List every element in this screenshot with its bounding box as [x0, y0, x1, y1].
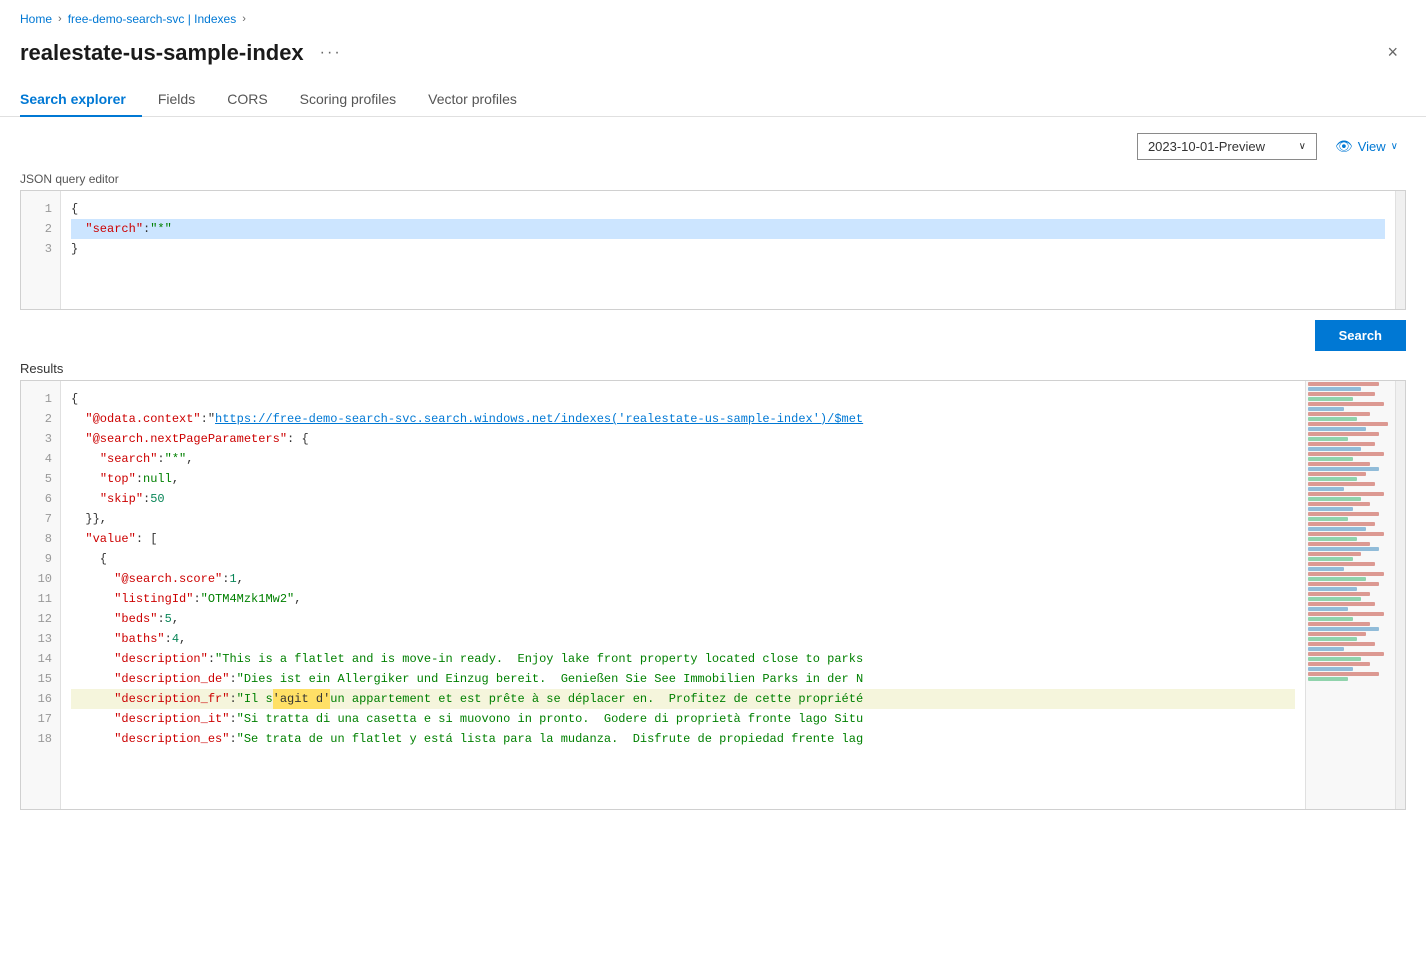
- odata-context-link[interactable]: https://free-demo-search-svc.search.wind…: [215, 409, 863, 429]
- tabs-bar: Search explorer Fields CORS Scoring prof…: [0, 67, 1426, 117]
- result-line-8: "value": [: [71, 529, 1295, 549]
- tab-fields[interactable]: Fields: [142, 83, 211, 117]
- editor-line-numbers: 1 2 3: [21, 191, 61, 309]
- results-section: Results 1 2 3 4 5 6 7 8 9 10 11 12 13 14…: [20, 361, 1406, 810]
- view-button[interactable]: 👁 View ∨: [1327, 133, 1406, 160]
- results-scrollbar[interactable]: [1395, 381, 1405, 809]
- result-line-9: {: [71, 549, 1295, 569]
- json-query-editor: 1 2 3 { "search": "*" }: [20, 190, 1406, 310]
- editor-scrollbar[interactable]: [1395, 191, 1405, 309]
- editor-section-label: JSON query editor: [20, 172, 1406, 186]
- page-header: realestate-us-sample-index ··· ×: [0, 32, 1426, 67]
- result-line-18: "description_es": "Se trata de un flatle…: [71, 729, 1295, 749]
- results-label: Results: [20, 361, 1406, 376]
- results-minimap: [1305, 381, 1395, 809]
- editor-text-area[interactable]: { "search": "*" }: [61, 191, 1395, 309]
- tab-scoring-profiles[interactable]: Scoring profiles: [284, 83, 413, 117]
- api-version-label: 2023-10-01-Preview: [1148, 139, 1265, 154]
- editor-line-3: }: [71, 239, 1385, 259]
- search-button-row: Search: [20, 320, 1406, 351]
- tab-vector-profiles[interactable]: Vector profiles: [412, 83, 533, 117]
- page-title-area: realestate-us-sample-index ···: [20, 40, 348, 66]
- results-container: 1 2 3 4 5 6 7 8 9 10 11 12 13 14 15 16 1…: [20, 380, 1406, 810]
- breadcrumb-service[interactable]: free-demo-search-svc | Indexes: [68, 12, 237, 26]
- result-line-12: "beds": 5,: [71, 609, 1295, 629]
- search-button[interactable]: Search: [1315, 320, 1406, 351]
- editor-line-num-2: 2: [21, 219, 60, 239]
- view-label: View: [1358, 139, 1386, 154]
- result-line-13: "baths": 4,: [71, 629, 1295, 649]
- result-line-7: }},: [71, 509, 1295, 529]
- content-area: 2023-10-01-Preview ∨ 👁 View ∨ JSON query…: [0, 117, 1426, 826]
- result-line-6: "skip": 50: [71, 489, 1295, 509]
- result-line-17: "description_it": "Si tratta di una case…: [71, 709, 1295, 729]
- toolbar-row: 2023-10-01-Preview ∨ 👁 View ∨: [20, 133, 1406, 160]
- breadcrumb-home[interactable]: Home: [20, 12, 52, 26]
- result-line-2: "@odata.context": "https://free-demo-sea…: [71, 409, 1295, 429]
- breadcrumb-sep-1: ›: [58, 13, 62, 25]
- breadcrumb: Home › free-demo-search-svc | Indexes ›: [0, 0, 1426, 32]
- result-line-16: "description_fr": "Il s'agit d'un appart…: [71, 689, 1295, 709]
- page-title: realestate-us-sample-index: [20, 40, 304, 66]
- eye-icon: 👁: [1335, 138, 1353, 155]
- tab-search-explorer[interactable]: Search explorer: [20, 83, 142, 117]
- result-line-5: "top": null,: [71, 469, 1295, 489]
- result-line-4: "search": "*",: [71, 449, 1295, 469]
- editor-line-2: "search": "*": [71, 219, 1385, 239]
- result-line-10: "@search.score": 1,: [71, 569, 1295, 589]
- result-line-11: "listingId": "OTM4Mzk1Mw2",: [71, 589, 1295, 609]
- result-line-15: "description_de": "Dies ist ein Allergik…: [71, 669, 1295, 689]
- result-line-3: "@search.nextPageParameters": {: [71, 429, 1295, 449]
- editor-line-1: {: [71, 199, 1385, 219]
- editor-line-num-3: 3: [21, 239, 60, 259]
- view-arrow-icon: ∨: [1391, 141, 1398, 152]
- result-line-1: {: [71, 389, 1295, 409]
- tab-cors[interactable]: CORS: [211, 83, 283, 117]
- results-text[interactable]: { "@odata.context": "https://free-demo-s…: [61, 381, 1305, 809]
- result-line-14: "description": "This is a flatlet and is…: [71, 649, 1295, 669]
- ellipsis-button[interactable]: ···: [314, 42, 348, 64]
- breadcrumb-sep-2: ›: [242, 13, 246, 25]
- api-version-dropdown[interactable]: 2023-10-01-Preview ∨: [1137, 133, 1317, 160]
- editor-line-num-1: 1: [21, 199, 60, 219]
- close-button[interactable]: ×: [1379, 38, 1406, 67]
- dropdown-arrow-icon: ∨: [1299, 141, 1306, 152]
- results-line-numbers: 1 2 3 4 5 6 7 8 9 10 11 12 13 14 15 16 1…: [21, 381, 61, 809]
